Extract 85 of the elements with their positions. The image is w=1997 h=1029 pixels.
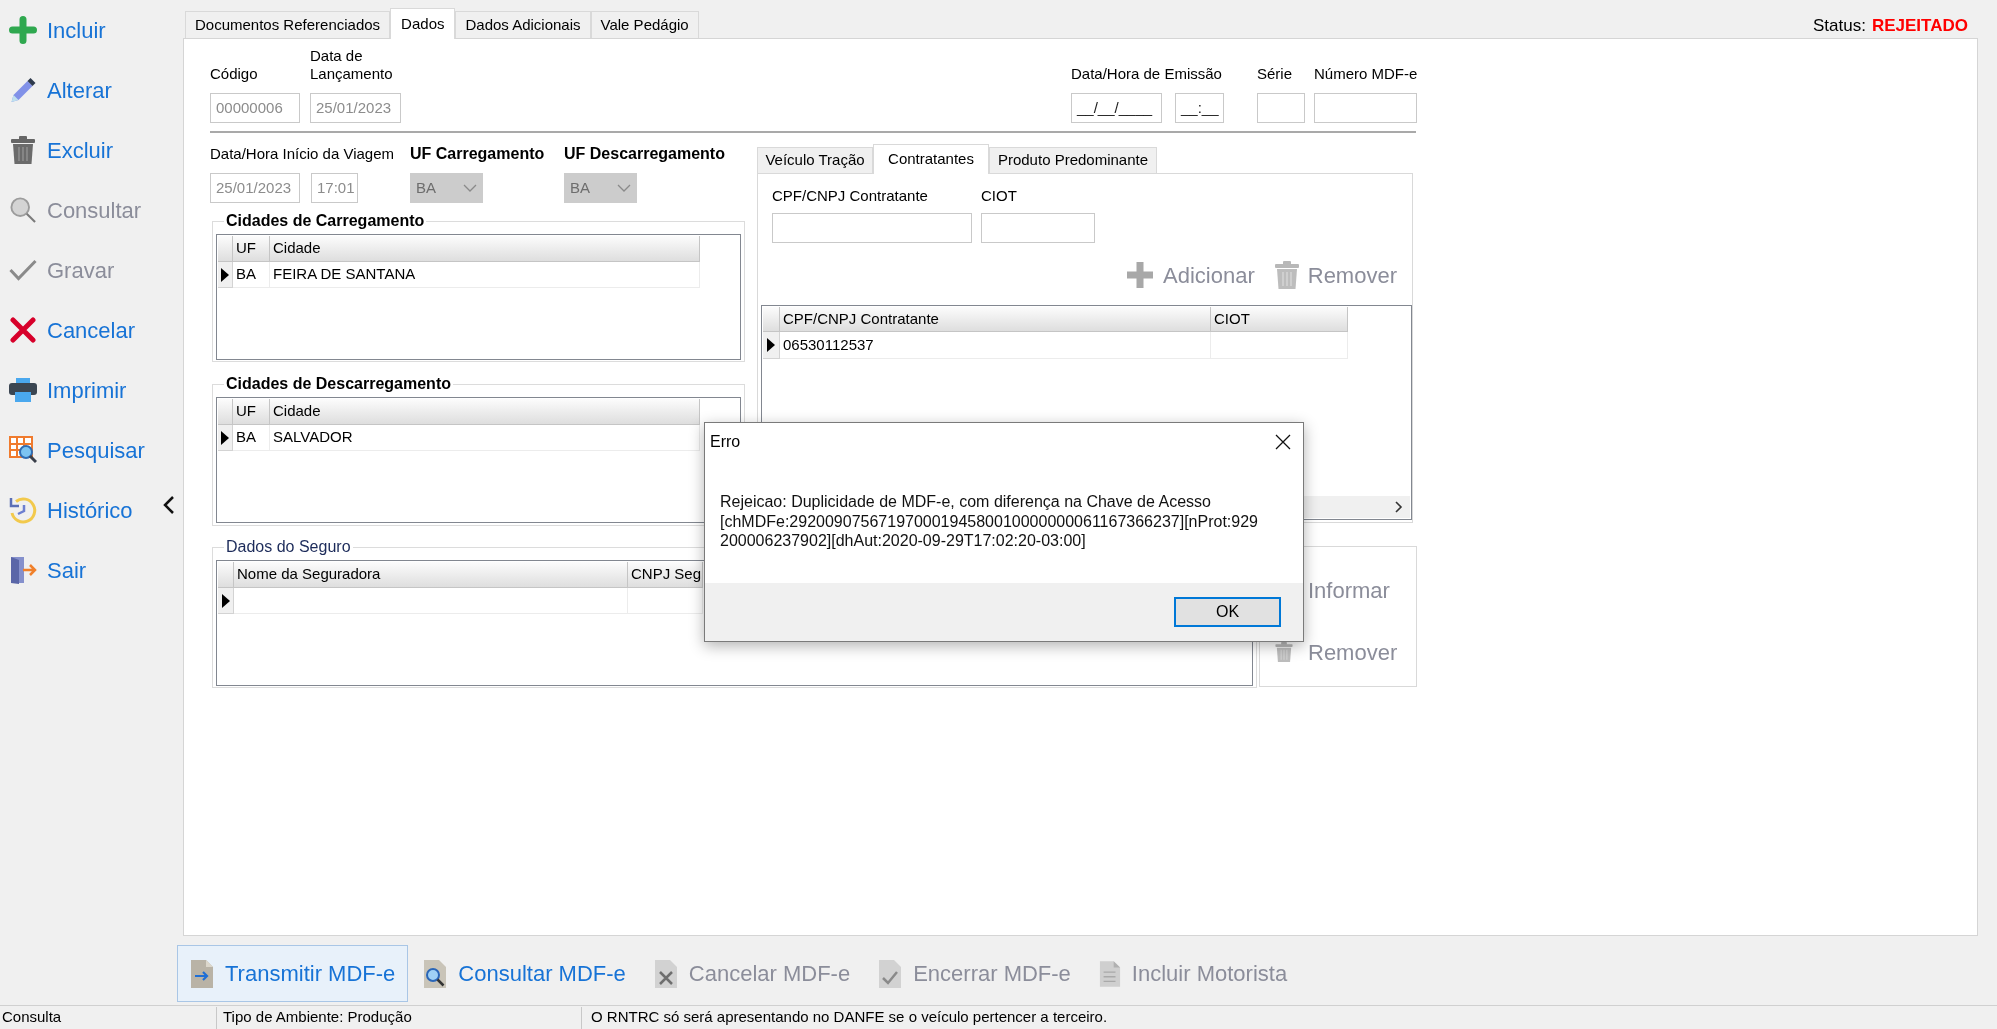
- document-arrow-icon: [190, 959, 214, 988]
- document-check-icon: [878, 959, 903, 988]
- dialog-title: Erro: [710, 432, 742, 452]
- input-field[interactable]: [1257, 93, 1305, 123]
- sidebar-item[interactable]: Cancelar: [0, 310, 140, 350]
- input-field[interactable]: __:__: [1175, 93, 1224, 123]
- column-header: UF: [233, 399, 270, 425]
- column-header: Cidade: [270, 399, 700, 425]
- history-icon: [9, 496, 37, 524]
- tab[interactable]: Produto Predominante: [989, 147, 1157, 173]
- field-label: Série: [1257, 65, 1294, 83]
- chevron-down-icon: [463, 184, 477, 192]
- grid-corner: [218, 562, 234, 588]
- status-value: REJEITADO: [1871, 15, 1968, 37]
- status-label: Status:: [1813, 15, 1866, 37]
- dialog-message: Rejeicao: Duplicidade de MDF-e, com diferença na Chave de Acesso [chMDFe:29200907567197000194580010000000061167366237][nProt:929200006237902][dhAut:2020-09-29T17:02:20-03:00]: [720, 492, 1259, 551]
- column-header: CPF/CNPJ Contratante: [780, 307, 1211, 332]
- grid-corner: [218, 236, 233, 262]
- column-header: CIOT: [1211, 307, 1348, 332]
- field-label: Data de Lançamento: [310, 47, 394, 83]
- search-icon: [10, 197, 36, 223]
- grid-corner: [218, 399, 233, 425]
- toolbar-button[interactable]: Transmitir MDF-e: [177, 945, 409, 1002]
- chevron-right-icon[interactable]: [1395, 501, 1403, 513]
- status-text: O RNTRC só será apresentando no DANFE se o veículo pertencer a terceiro.: [590, 1007, 1109, 1028]
- field-label: CIOT: [981, 187, 1018, 205]
- sidebar-item[interactable]: Imprimir: [0, 370, 131, 410]
- input-field[interactable]: [981, 213, 1095, 243]
- sidebar-item[interactable]: Excluir: [0, 130, 117, 170]
- table-cell: SALVADOR: [270, 425, 700, 451]
- document-search-icon: [423, 959, 448, 988]
- status-text: Consulta: [0, 1006, 217, 1029]
- tab[interactable]: Contratantes: [873, 144, 989, 174]
- column-header: UF: [233, 236, 270, 262]
- ok-button[interactable]: OK: [1174, 597, 1281, 627]
- toolbar-button[interactable]: Consultar MDF-e: [410, 945, 639, 1002]
- status-text: Tipo de Ambiente: Produção: [217, 1006, 582, 1029]
- table-cell: BA: [233, 262, 270, 288]
- group-title: Cidades de Carregamento: [225, 212, 426, 230]
- cross-icon: [10, 317, 36, 343]
- check-icon: [9, 259, 37, 281]
- close-icon[interactable]: [1275, 434, 1291, 450]
- input-field[interactable]: [1314, 93, 1417, 123]
- trash-icon: [1275, 642, 1293, 662]
- plus-icon: [9, 16, 37, 44]
- field-label: Data/Hora Início da Viagem: [210, 145, 395, 163]
- trash-icon: [11, 136, 35, 164]
- tab[interactable]: Documentos Referenciados: [185, 11, 391, 38]
- printer-icon: [9, 378, 37, 402]
- input-field[interactable]: [772, 213, 972, 243]
- field-label: CPF/CNPJ Contratante: [772, 187, 929, 205]
- column-header: CNPJ Seg: [628, 562, 703, 588]
- column-header: Cidade: [270, 236, 700, 262]
- field-label: Data/Hora de Emissão: [1071, 65, 1223, 83]
- scrollbar[interactable]: [1304, 496, 1410, 518]
- document-icon: [1098, 959, 1121, 988]
- plus-icon: [1126, 261, 1155, 289]
- sidebar-item[interactable]: Sair: [0, 550, 91, 590]
- table-cell: 06530112537: [780, 332, 1211, 359]
- sidebar-item[interactable]: Incluir: [0, 10, 110, 50]
- sidebar-item[interactable]: Alterar: [0, 70, 116, 110]
- tab[interactable]: Dados Adicionais: [455, 11, 591, 38]
- column-header: Nome da Seguradora: [234, 562, 628, 588]
- field-label: Código: [210, 65, 259, 83]
- field-label: UF Descarregamento: [564, 145, 725, 163]
- trash-icon: [1274, 261, 1299, 289]
- chevron-down-icon: [617, 184, 631, 192]
- tab[interactable]: Vale Pedágio: [590, 11, 699, 38]
- input-field[interactable]: __/__/____: [1071, 93, 1162, 123]
- grid-corner: [763, 307, 780, 332]
- group-title: Cidades de Descarregamento: [225, 375, 452, 393]
- tab[interactable]: Veículo Tração: [757, 147, 873, 173]
- table-cell: BA: [233, 425, 270, 451]
- sidebar-item[interactable]: Histórico: [0, 490, 137, 530]
- sidebar-item[interactable]: Pesquisar: [0, 430, 149, 470]
- table-search-icon: [9, 436, 37, 464]
- pencil-icon: [10, 77, 36, 103]
- group-title: Dados do Seguro: [225, 538, 352, 556]
- document-cross-icon: [653, 959, 678, 988]
- field-label: UF Carregamento: [410, 145, 546, 163]
- table-cell: FEIRA DE SANTANA: [270, 262, 700, 288]
- door-arrow-icon: [9, 556, 37, 584]
- field-label: Número MDF-e: [1314, 65, 1417, 83]
- chevron-left-icon[interactable]: [163, 495, 175, 515]
- tab[interactable]: Dados: [390, 8, 456, 39]
